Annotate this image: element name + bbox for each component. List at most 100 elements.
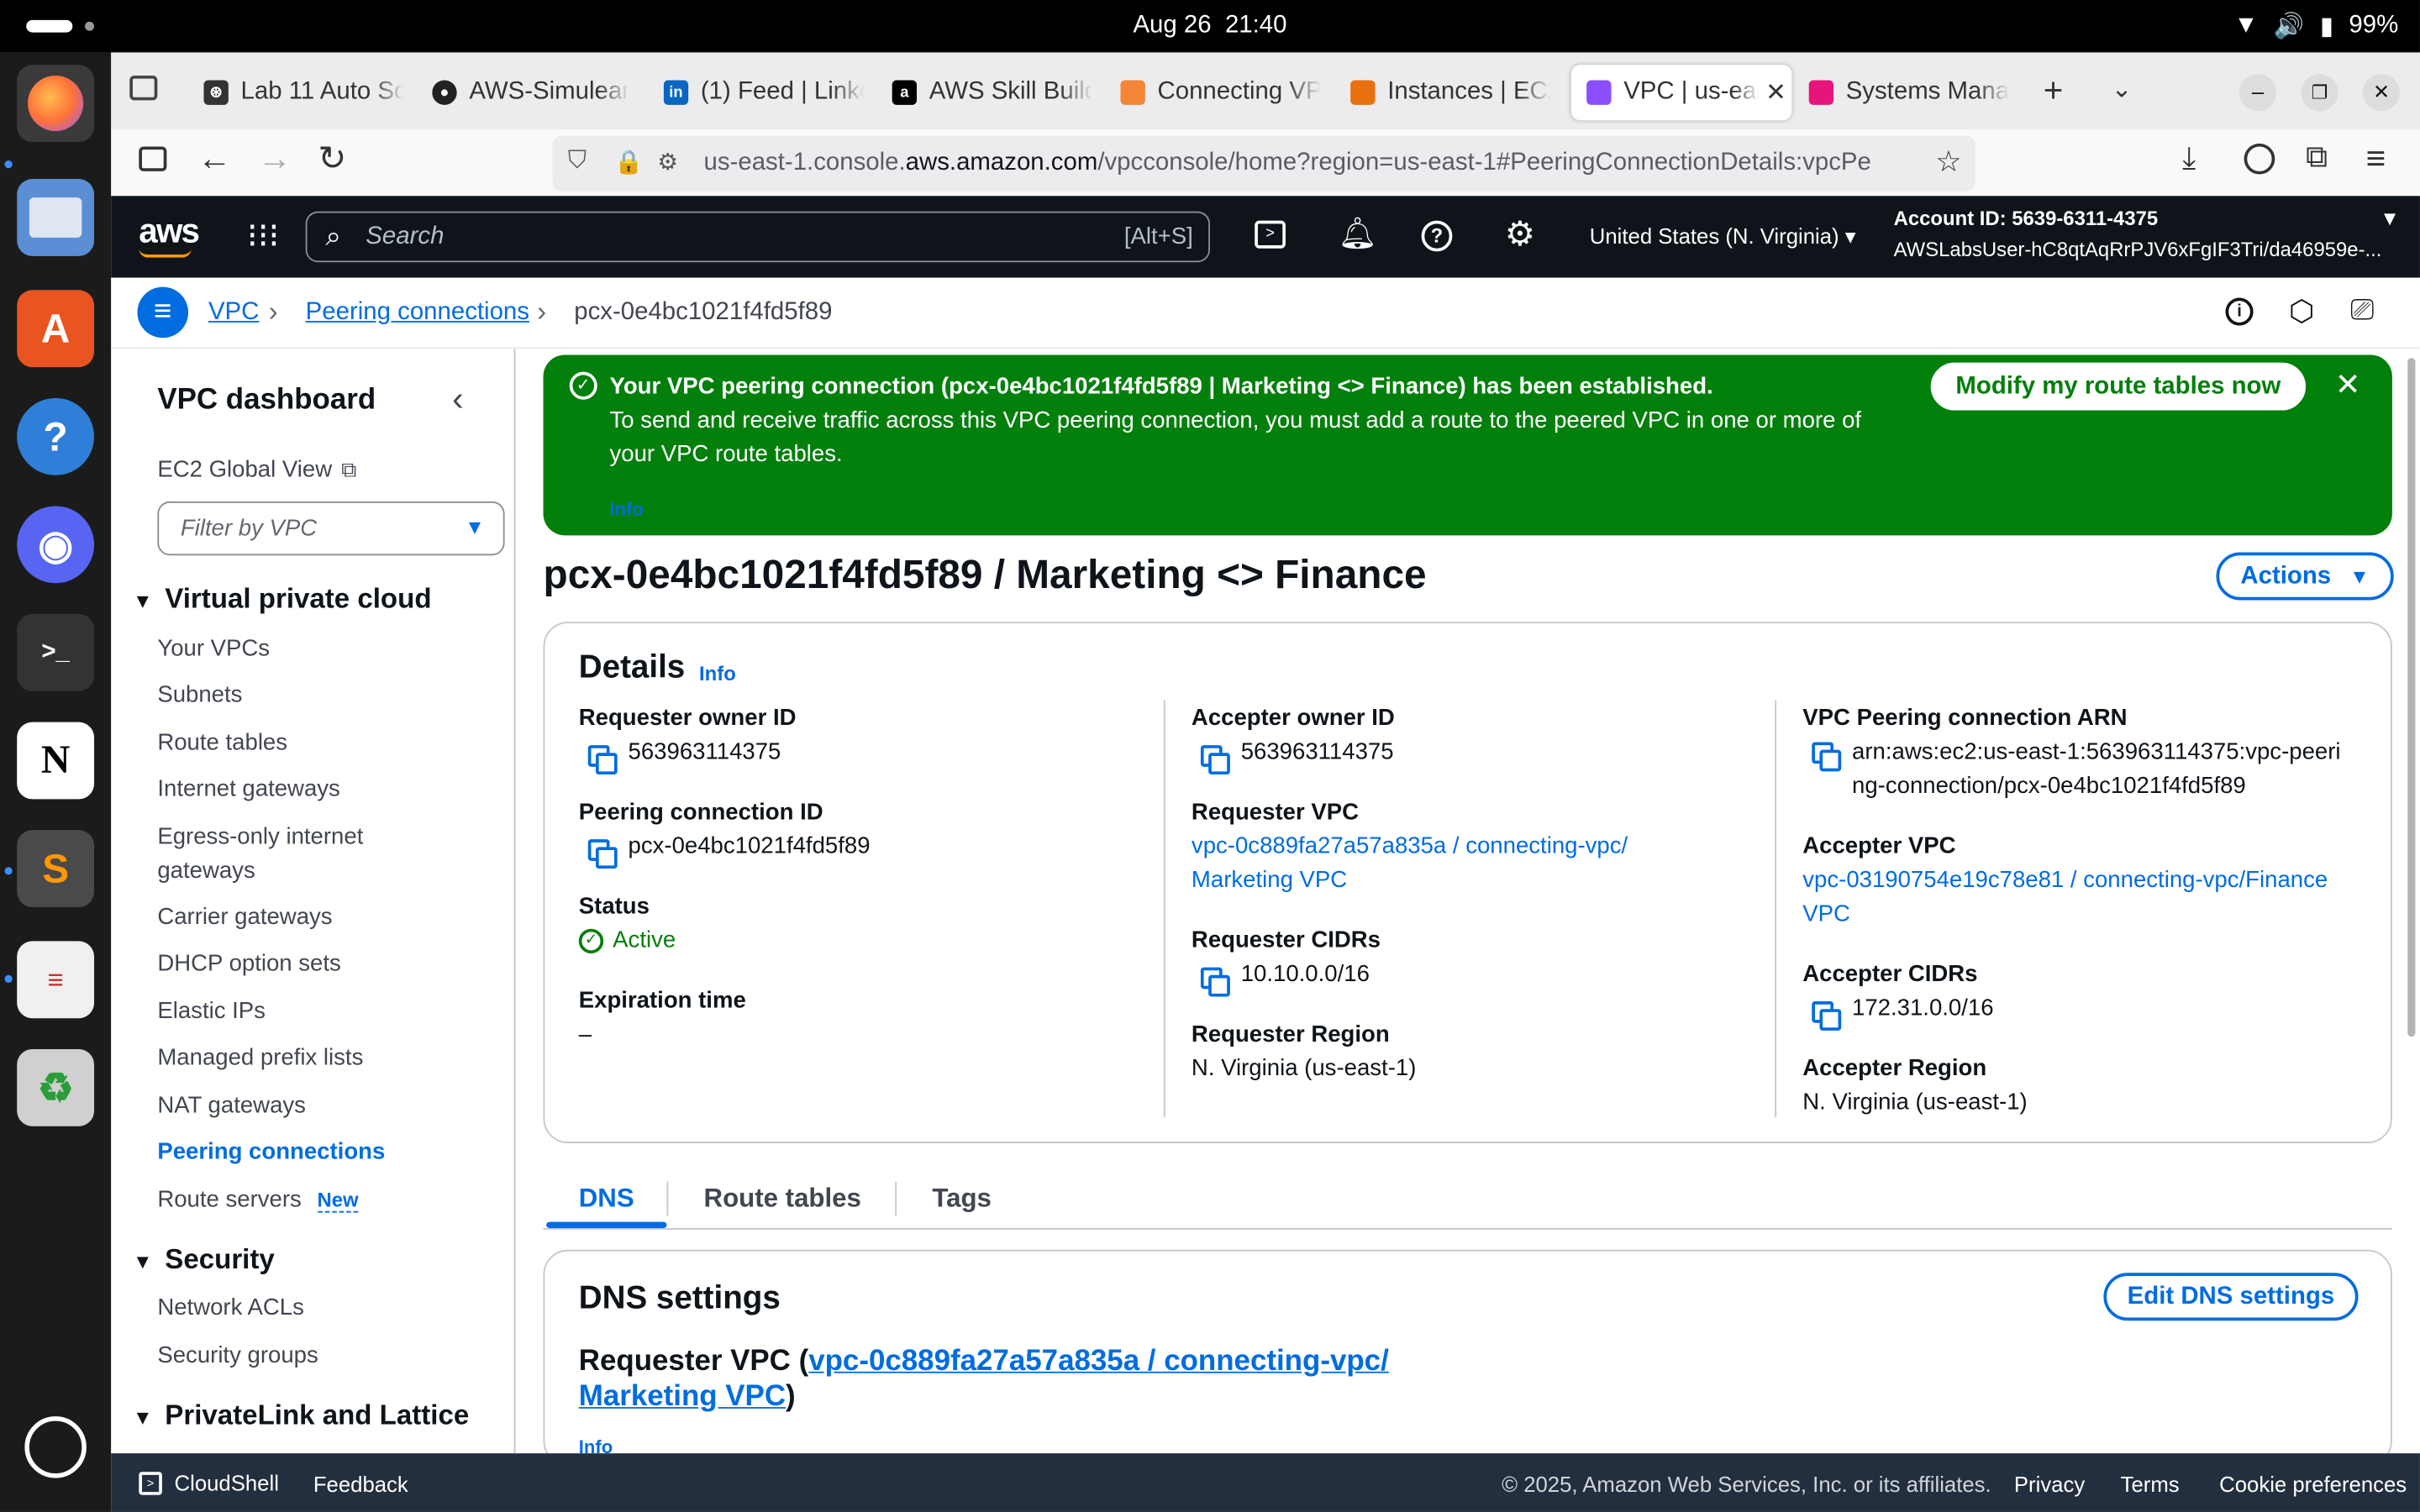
- account-menu-caret-icon[interactable]: ▼: [2380, 207, 2400, 230]
- page-scrollbar[interactable]: [2407, 358, 2416, 1037]
- volume-icon[interactable]: 🔊: [2274, 11, 2305, 42]
- privacy-link[interactable]: Privacy: [2014, 1472, 2085, 1496]
- help-icon[interactable]: ?: [17, 397, 95, 475]
- hamburger-menu-icon[interactable]: ≡: [137, 286, 189, 339]
- requester-vpc-link[interactable]: vpc-0c889fa27a57a835a / connecting-vpc/M…: [1192, 830, 1628, 898]
- permissions-icon[interactable]: ⚙: [657, 148, 678, 176]
- tab-linkedin[interactable]: in (1) Feed | Linke: [663, 65, 865, 120]
- tab-dns[interactable]: DNS: [579, 1184, 634, 1215]
- search-input[interactable]: ⌕ Search [Alt+S]: [305, 211, 1210, 263]
- filter-by-vpc-select[interactable]: Filter by VPC ▼: [157, 501, 505, 556]
- sidebar-item-subnets[interactable]: Subnets: [157, 682, 242, 708]
- cloudshell-footer-button[interactable]: > CloudShell: [139, 1470, 279, 1495]
- details-info-link[interactable]: Info: [699, 662, 736, 685]
- url-bar[interactable]: ⛉ 🔒 ⚙ us-east-1.console.aws.amazon.com/v…: [552, 135, 1975, 192]
- terms-link[interactable]: Terms: [2121, 1472, 2180, 1496]
- copy-icon[interactable]: [587, 745, 618, 775]
- sidebar-title[interactable]: VPC dashboard: [157, 384, 376, 417]
- document-viewer-icon[interactable]: ≡: [17, 941, 95, 1019]
- firefox-icon[interactable]: [17, 65, 95, 142]
- menu-icon[interactable]: ≡: [2366, 139, 2386, 179]
- sidebar-item-elastic-ips[interactable]: Elastic IPs: [157, 998, 266, 1024]
- wifi-icon[interactable]: ▼: [2233, 13, 2258, 40]
- dismiss-flash-icon[interactable]: ✕: [2335, 365, 2361, 404]
- discord-icon[interactable]: ◉: [17, 506, 95, 584]
- sidebar-item-your-vpcs[interactable]: Your VPCs: [157, 636, 270, 662]
- cookie-preferences-link[interactable]: Cookie preferences: [2219, 1472, 2407, 1496]
- forward-icon[interactable]: →: [258, 139, 292, 179]
- app-center-icon[interactable]: A: [17, 290, 95, 368]
- copy-icon[interactable]: [1200, 745, 1230, 775]
- notifications-panel-icon[interactable]: ⬡: [2289, 295, 2314, 330]
- sidebar-item-peering-connections[interactable]: Peering connections: [157, 1138, 385, 1164]
- tab-vpc-active[interactable]: VPC | us-east✕: [1570, 65, 1792, 121]
- battery-icon[interactable]: ▮: [2320, 11, 2333, 42]
- sublime-text-icon[interactable]: S: [17, 830, 95, 907]
- sidebar-item-internet-gateways[interactable]: Internet gateways: [157, 776, 339, 802]
- copy-icon[interactable]: [1812, 1001, 1842, 1031]
- aws-logo[interactable]: aws: [139, 212, 200, 252]
- breadcrumb-vpc[interactable]: VPC: [208, 299, 259, 327]
- services-grid-icon[interactable]: ⁝⁝⁝: [247, 216, 280, 256]
- bookmark-star-icon[interactable]: ☆: [1935, 145, 1961, 181]
- sidebar-item-security-groups[interactable]: Security groups: [157, 1342, 318, 1368]
- tab-list-chevron-icon[interactable]: ⌄: [2112, 74, 2133, 105]
- tab-aws-simulearn[interactable]: ● AWS-Simulear: [432, 65, 633, 120]
- sidebar-item-egress-only[interactable]: Egress-only internet gateways: [157, 824, 363, 894]
- show-apps-icon[interactable]: [24, 1416, 87, 1478]
- copy-icon[interactable]: [1812, 742, 1842, 772]
- section-security[interactable]: ▼ Security: [133, 1243, 275, 1276]
- edit-dns-settings-button[interactable]: Edit DNS settings: [2103, 1273, 2359, 1321]
- files-icon[interactable]: [17, 179, 95, 256]
- tab-systems-manager[interactable]: Systems Mana: [1808, 65, 2010, 120]
- copy-icon[interactable]: [1200, 967, 1230, 997]
- sidebar-item-nat-gateways[interactable]: NAT gateways: [157, 1092, 306, 1118]
- info-panel-icon[interactable]: i: [2225, 297, 2254, 326]
- settings-gear-icon[interactable]: ⚙: [1505, 214, 1535, 255]
- cloudshell-icon[interactable]: >: [1255, 220, 1286, 249]
- tab-overview-icon[interactable]: [129, 75, 158, 101]
- tab-aws-skill-builder[interactable]: a AWS Skill Build: [892, 65, 1092, 120]
- lock-icon[interactable]: 🔒: [614, 148, 643, 176]
- back-icon[interactable]: ←: [197, 139, 231, 179]
- help-circle-icon[interactable]: ?: [1421, 220, 1453, 252]
- accepter-vpc-link[interactable]: vpc-03190754e19c78e81 / connecting-vpc/F…: [1802, 864, 2328, 932]
- bell-icon[interactable]: 🔔︎: [1338, 214, 1377, 253]
- sidebar-item-route-tables[interactable]: Route tables: [157, 730, 287, 756]
- reload-icon[interactable]: ↻: [318, 139, 346, 179]
- close-tab-icon[interactable]: ✕: [1765, 77, 1786, 108]
- actions-button[interactable]: Actions ▼: [2216, 552, 2394, 601]
- modify-route-tables-button[interactable]: Modify my route tables now: [1930, 362, 2307, 411]
- feedback-link[interactable]: Feedback: [313, 1472, 408, 1496]
- sidebar-item-ec2-global-view[interactable]: EC2 Global View ⧉: [157, 457, 356, 483]
- sidebar-item-network-acls[interactable]: Network ACLs: [157, 1294, 304, 1320]
- tab-connecting-vpc[interactable]: Connecting VP: [1120, 65, 1321, 120]
- breadcrumb-peering-connections[interactable]: Peering connections: [306, 299, 529, 327]
- close-window-icon[interactable]: ✕: [2362, 74, 2401, 112]
- trash-icon[interactable]: ♻: [17, 1048, 95, 1126]
- extensions-icon[interactable]: ⧉: [2306, 140, 2328, 176]
- tab-lab11[interactable]: ⊛ Lab 11 Auto Sc: [203, 65, 404, 120]
- tab-tags[interactable]: Tags: [932, 1184, 992, 1215]
- minimize-icon[interactable]: –: [2239, 74, 2277, 112]
- system-clock[interactable]: Aug 26 21:40: [0, 13, 2420, 40]
- shield-icon[interactable]: ⛉: [568, 148, 587, 176]
- new-tab-icon[interactable]: +: [2044, 71, 2064, 111]
- account-user[interactable]: AWSLabsUser-hC8qtAqRrPJV6xFgIF3Tri/da469…: [1894, 238, 2382, 261]
- flash-info-link[interactable]: Info: [609, 498, 643, 520]
- tab-instances-ec2[interactable]: Instances | EC2: [1350, 65, 1551, 120]
- account-icon[interactable]: [2244, 143, 2275, 175]
- downloads-icon[interactable]: ⤓: [2182, 142, 2196, 177]
- region-selector[interactable]: United States (N. Virginia) ▾: [1590, 223, 1856, 249]
- restore-icon[interactable]: ❐: [2301, 74, 2338, 112]
- sidebar-toggle-icon[interactable]: [139, 146, 167, 171]
- sidebar-item-carrier-gateways[interactable]: Carrier gateways: [157, 904, 332, 930]
- section-privatelink[interactable]: ▼ PrivateLink and Lattice: [133, 1399, 469, 1432]
- terminal-icon[interactable]: >_: [17, 614, 95, 691]
- sidebar-item-dhcp-option-sets[interactable]: DHCP option sets: [157, 950, 340, 976]
- copy-icon[interactable]: [587, 839, 618, 869]
- collapse-sidebar-icon[interactable]: ‹: [452, 380, 463, 420]
- tab-route-tables[interactable]: Route tables: [704, 1184, 861, 1215]
- section-virtual-private-cloud[interactable]: ▼ Virtual private cloud: [133, 583, 432, 616]
- sidebar-item-managed-prefix-lists[interactable]: Managed prefix lists: [157, 1044, 363, 1070]
